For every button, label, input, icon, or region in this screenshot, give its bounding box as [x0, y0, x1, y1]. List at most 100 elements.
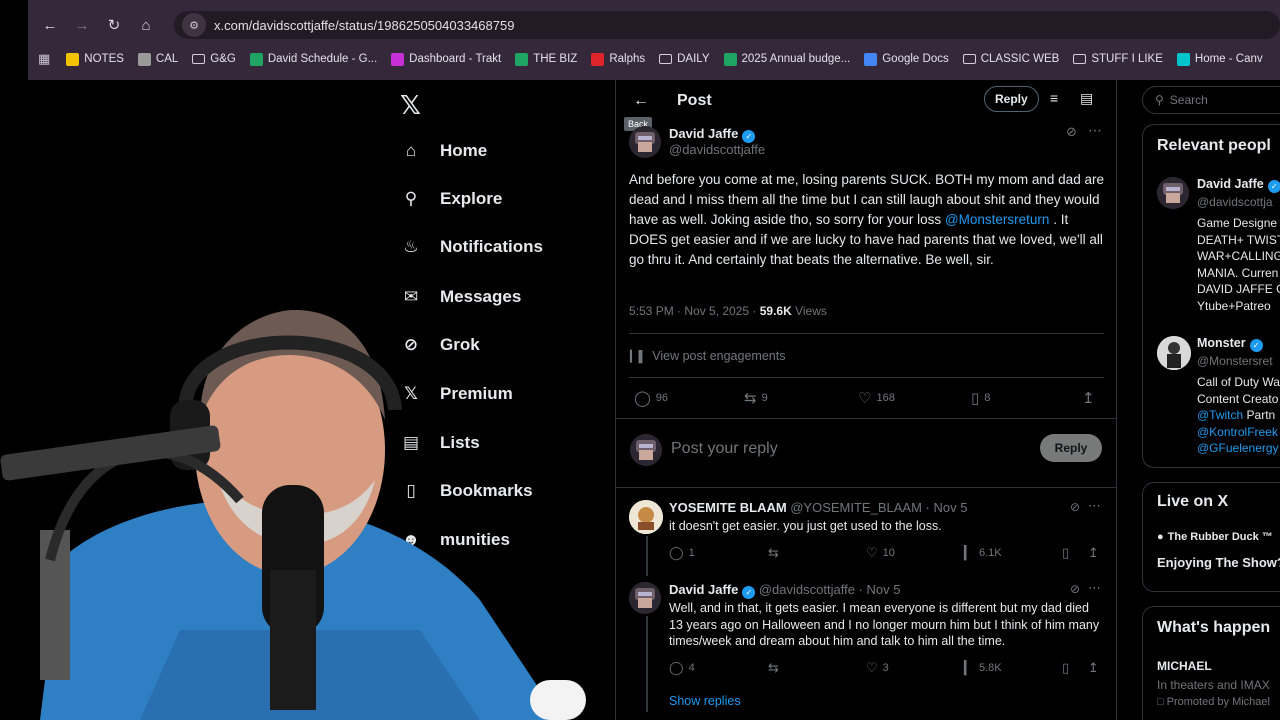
- grok-icon[interactable]: ⊘: [1070, 500, 1080, 514]
- live-host[interactable]: ● The Rubber Duck ™: [1157, 531, 1273, 543]
- nav-item-explore[interactable]: ⚲ Explore: [400, 188, 503, 210]
- address-bar[interactable]: ⚙ x.com/davidscottjaffe/status/198625050…: [174, 11, 1280, 39]
- reply-views-action[interactable]: ▎ 5.8K: [964, 660, 1002, 676]
- trend-name[interactable]: MICHAEL: [1157, 659, 1212, 673]
- post-actions: ◯ 96 ⇆ 9 ♡ 168 ▯ 8 ↥: [616, 389, 1116, 409]
- reply-bookmark-action[interactable]: ▯: [1062, 660, 1074, 676]
- bookmark-item[interactable]: CAL: [137, 52, 178, 66]
- reply-reply-action[interactable]: ◯ 1: [669, 545, 695, 561]
- person-bio: Call of Duty Wa Content Creato @Twitch P…: [1197, 374, 1280, 457]
- site-settings-icon[interactable]: ⚙: [182, 13, 206, 37]
- reply-filter-button[interactable]: Reply: [984, 86, 1039, 112]
- reply-reply-action[interactable]: ◯ 4: [669, 660, 695, 676]
- engagements-label: View post engagements: [652, 349, 786, 363]
- bookmark-item[interactable]: Ralphs: [591, 52, 645, 66]
- forward-arrow-icon[interactable]: →: [66, 9, 98, 41]
- person-name[interactable]: Monster ✓: [1197, 336, 1263, 352]
- x-logo-icon[interactable]: 𝕏: [400, 90, 421, 121]
- repost-action[interactable]: ⇆ 9: [744, 389, 768, 407]
- nav-item-notifications[interactable]: ♨ Notifications: [400, 236, 543, 258]
- reply-item[interactable]: David Jaffe ✓ @davidscottjaffe · Nov 5 ⊘ …: [616, 580, 1116, 692]
- more-options-icon[interactable]: ⋯: [1088, 580, 1101, 596]
- reply-like-action[interactable]: ♡ 10: [866, 545, 895, 561]
- bio-link[interactable]: @KontrolFreek: [1197, 425, 1278, 439]
- back-button[interactable]: ←: [628, 88, 654, 114]
- author-handle[interactable]: @davidscottjaffe: [669, 142, 765, 157]
- reply-bookmark-action[interactable]: ▯: [1062, 545, 1074, 561]
- reply-icon: ◯: [669, 660, 684, 675]
- author-avatar[interactable]: [629, 126, 661, 158]
- nav-item-home[interactable]: ⌂ Home: [400, 140, 487, 162]
- bookmark-item[interactable]: Dashboard - Trakt: [391, 52, 501, 66]
- show-replies-link[interactable]: Show replies: [669, 694, 741, 708]
- reply-header: YOSEMITE BLAAM @YOSEMITE_BLAAM · Nov 5: [669, 500, 967, 515]
- reply-repost-action[interactable]: ⇆: [768, 545, 784, 561]
- search-placeholder: Search: [1169, 93, 1208, 107]
- divider: [629, 377, 1104, 378]
- post-mention-link[interactable]: @Monstersreturn: [945, 212, 1050, 227]
- person-avatar[interactable]: [1157, 177, 1189, 209]
- sliders-icon[interactable]: ≡: [1050, 90, 1058, 106]
- bookmark-item[interactable]: Google Docs: [864, 52, 949, 66]
- post-timestamp[interactable]: 5:53 PM · Nov 5, 2025 ·: [629, 304, 760, 318]
- share-action[interactable]: ↥: [1082, 389, 1100, 407]
- back-arrow-icon[interactable]: ←: [34, 9, 66, 41]
- bookmark-item[interactable]: STUFF I LIKE: [1073, 53, 1163, 65]
- reply-item[interactable]: YOSEMITE BLAAM @YOSEMITE_BLAAM · Nov 5 ⊘…: [616, 498, 1116, 580]
- repost-icon: ⇆: [744, 390, 757, 407]
- reply-composer: Post your reply Reply: [616, 426, 1116, 488]
- reply-like-action[interactable]: ♡ 3: [866, 660, 889, 676]
- person-name[interactable]: David Jaffe ✓: [1197, 177, 1280, 193]
- reply-avatar[interactable]: [629, 500, 663, 534]
- bookmark-action[interactable]: ▯ 8: [971, 389, 990, 407]
- search-icon: ⚲: [1155, 93, 1164, 107]
- repost-icon: ⇆: [768, 660, 779, 675]
- reload-icon[interactable]: ↻: [98, 9, 130, 41]
- person-avatar[interactable]: [1157, 336, 1191, 370]
- bookmark-item[interactable]: G&G: [192, 53, 236, 65]
- more-options-icon[interactable]: ⋯: [1088, 498, 1101, 514]
- like-count: 168: [876, 392, 895, 404]
- view-engagements-link[interactable]: ▎▌ View post engagements: [630, 349, 785, 363]
- reply-text: it doesn't get easier. you just get used…: [669, 519, 942, 533]
- reply-avatar[interactable]: [629, 582, 661, 614]
- home-browser-icon[interactable]: ⌂: [130, 9, 162, 41]
- bookmark-label: THE BIZ: [533, 53, 578, 65]
- reply-author-handle[interactable]: @YOSEMITE_BLAAM: [790, 500, 922, 515]
- reply-author-name[interactable]: YOSEMITE BLAAM: [669, 500, 787, 515]
- grok-icon[interactable]: ⊘: [1070, 582, 1080, 596]
- bio-line: Ytube+Patreo: [1197, 298, 1271, 313]
- reply-repost-action[interactable]: ⇆: [768, 660, 784, 676]
- bookmark-item[interactable]: David Schedule - G...: [249, 52, 377, 66]
- reply-date[interactable]: · Nov 5: [922, 500, 968, 515]
- reply-input[interactable]: Post your reply: [671, 440, 778, 458]
- heart-icon: ♡: [858, 390, 872, 407]
- reply-author-name[interactable]: David Jaffe: [669, 582, 738, 597]
- grok-icon[interactable]: ⊘: [1066, 124, 1077, 140]
- reply-share-action[interactable]: ↥: [1088, 660, 1104, 676]
- reply-author-handle[interactable]: @davidscottjaffe: [759, 582, 855, 597]
- more-options-icon[interactable]: ⋯: [1088, 122, 1102, 139]
- live-show-title[interactable]: Enjoying The Show?: [1157, 555, 1280, 570]
- bio-link[interactable]: @GFuelenergy: [1197, 441, 1279, 455]
- person-handle[interactable]: @Monstersret: [1197, 354, 1273, 368]
- reply-count: 96: [655, 392, 669, 404]
- bookmark-item[interactable]: CLASSIC WEB: [962, 53, 1059, 65]
- bookmark-item[interactable]: Home - Canv: [1176, 52, 1263, 66]
- reply-submit-button[interactable]: Reply: [1040, 434, 1102, 462]
- like-action[interactable]: ♡ 168: [858, 389, 895, 407]
- bookmark-item[interactable]: NOTES: [66, 52, 124, 66]
- reply-views-action[interactable]: ▎ 6.1K: [964, 545, 1002, 561]
- person-handle[interactable]: @davidscottja: [1197, 195, 1273, 209]
- reply-share-action[interactable]: ↥: [1088, 545, 1104, 561]
- bookmark-item[interactable]: THE BIZ: [515, 52, 578, 66]
- reader-icon[interactable]: ▤: [1080, 90, 1093, 107]
- apps-grid-icon[interactable]: ▦: [38, 51, 50, 67]
- reply-date[interactable]: · Nov 5: [855, 582, 901, 597]
- bookmark-item[interactable]: DAILY: [659, 53, 710, 65]
- bio-link[interactable]: @Twitch: [1197, 408, 1243, 422]
- reply-action[interactable]: ◯ 96: [634, 389, 668, 407]
- search-input[interactable]: ⚲ Search: [1142, 86, 1280, 114]
- bookmark-item[interactable]: 2025 Annual budge...: [723, 52, 850, 66]
- author-name[interactable]: David Jaffe: [669, 126, 738, 141]
